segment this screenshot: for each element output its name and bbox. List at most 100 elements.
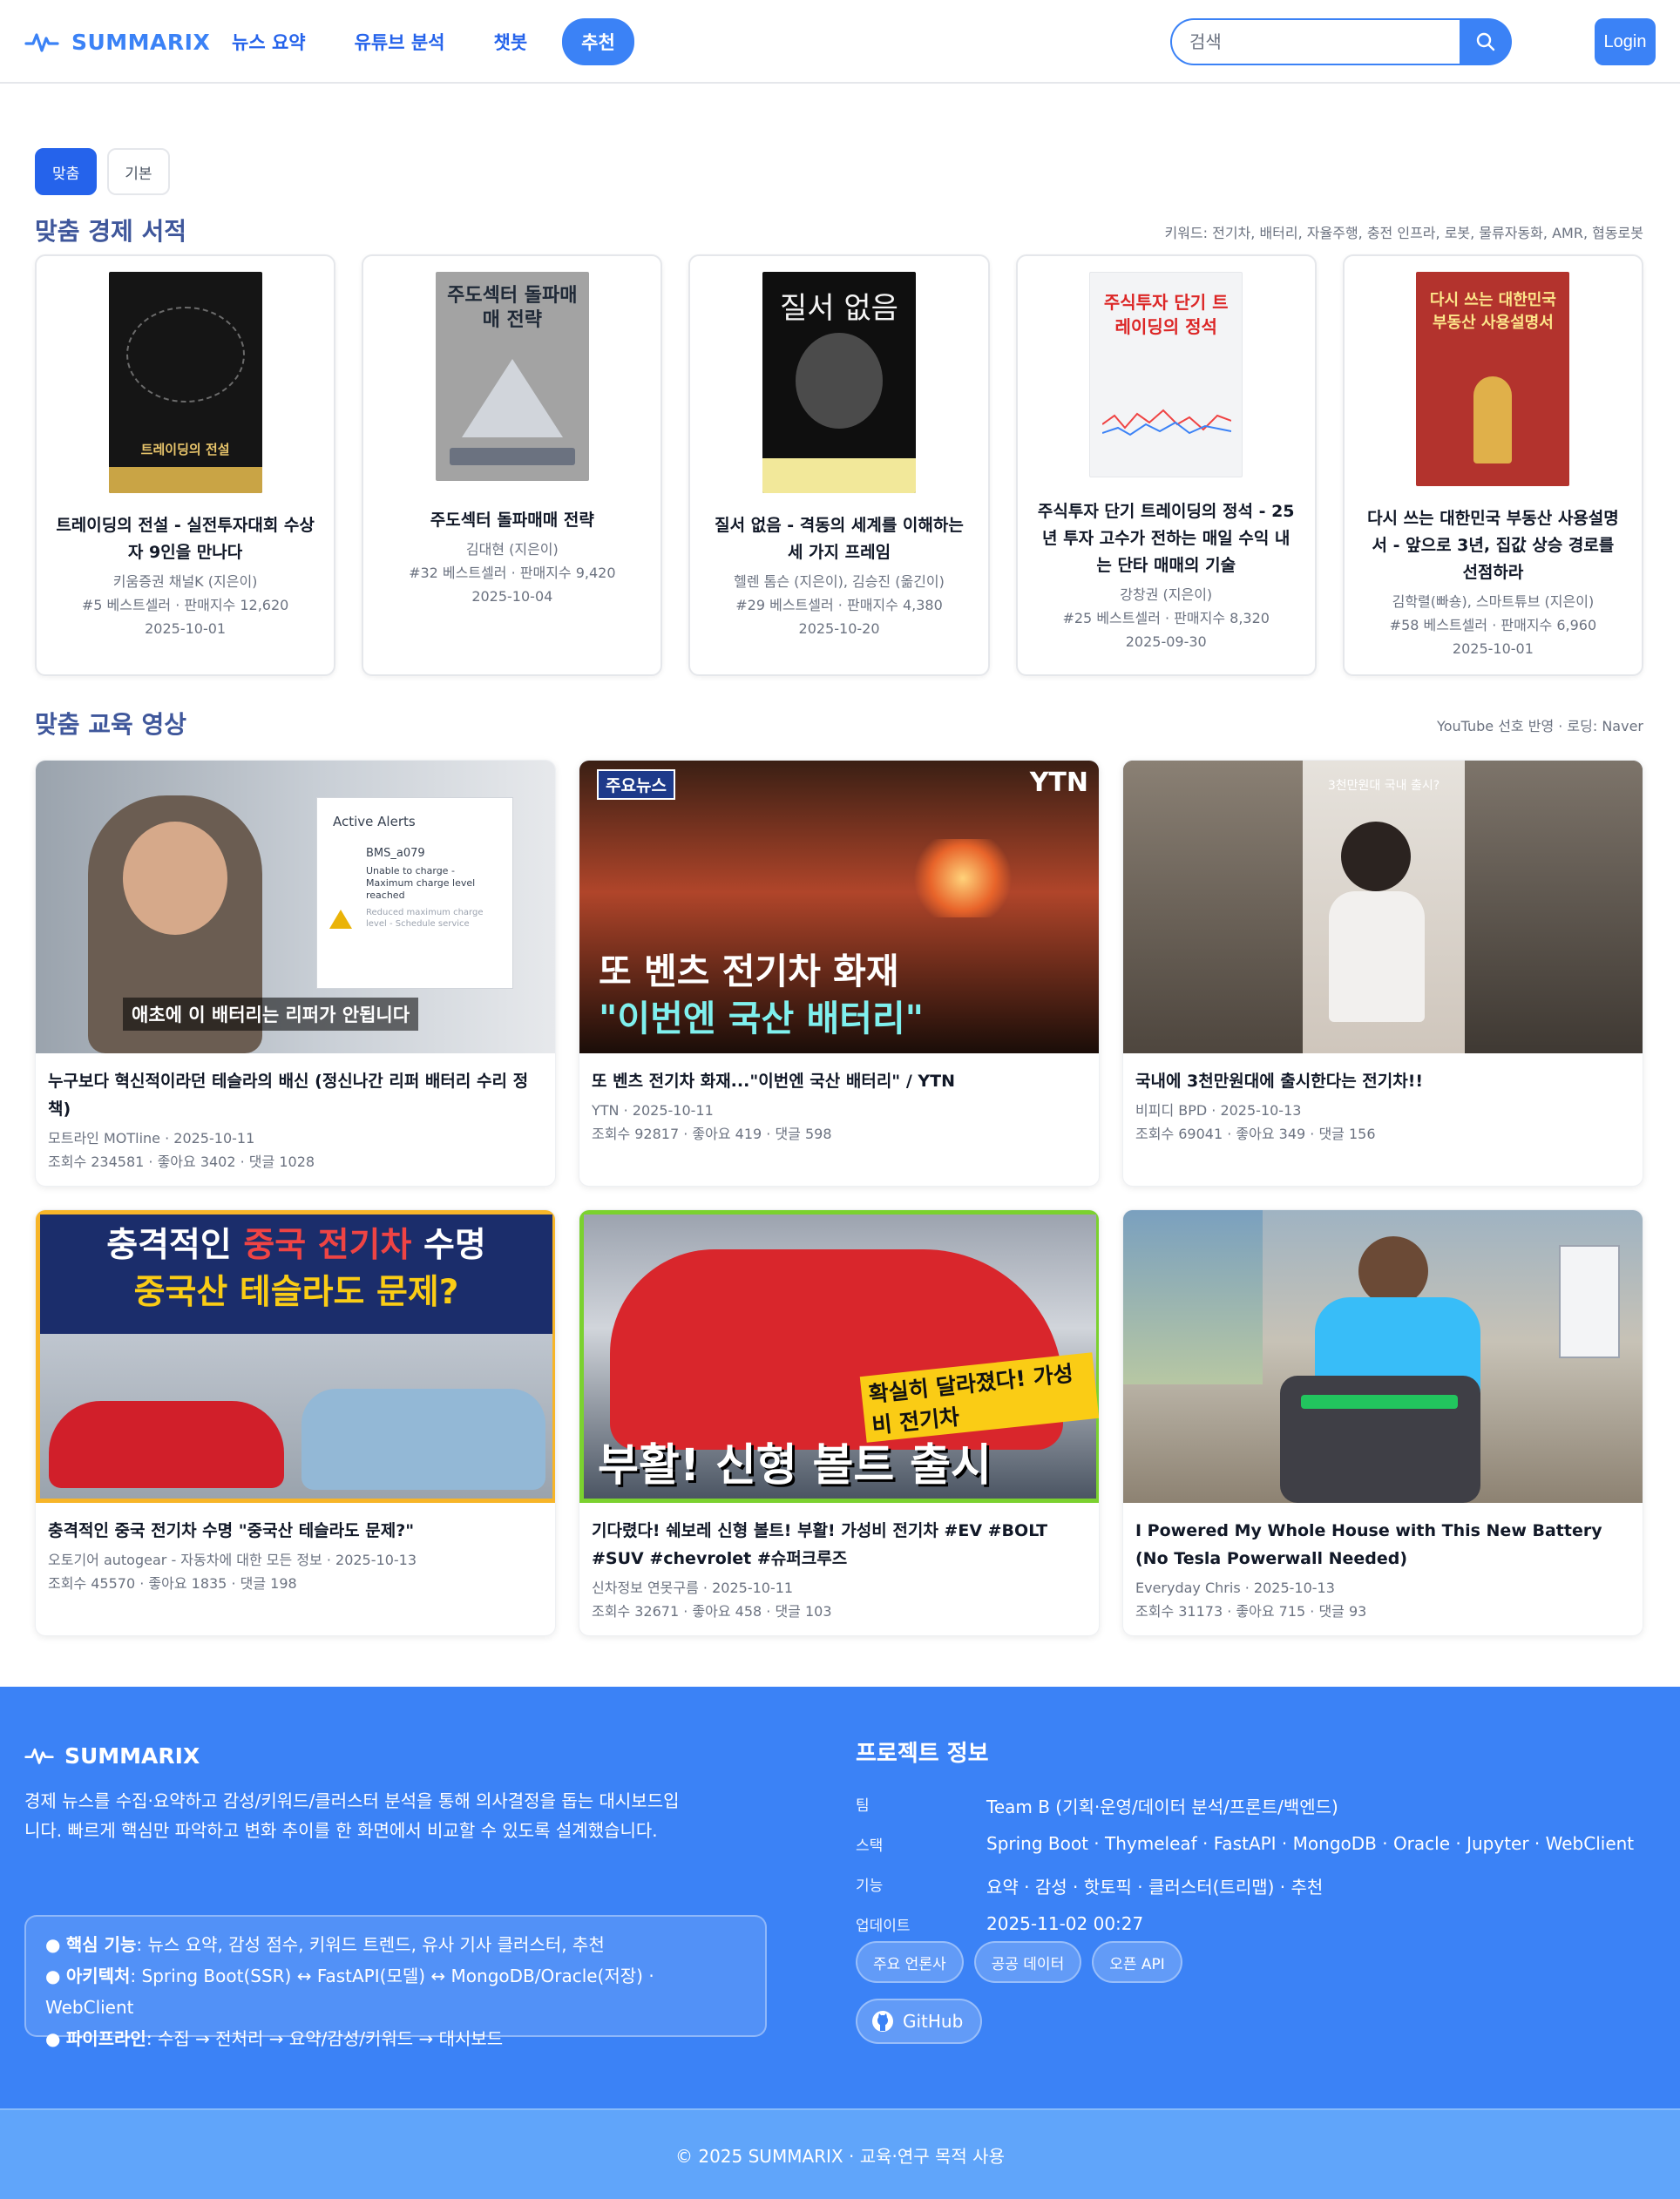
video-title[interactable]: 또 벤츠 전기차 화재..."이번엔 국산 배터리" / YTN [579,1053,1099,1095]
video-thumbnail[interactable]: 확실히 달라졌다! 가성비 전기차 부활! 신형 볼트 출시 [579,1210,1099,1503]
video-card[interactable]: 확실히 달라졌다! 가성비 전기차 부활! 신형 볼트 출시 기다렸다! 쉐보레… [579,1209,1100,1636]
search-icon [1476,32,1495,51]
video-card[interactable]: I Powered My Whole House with This New B… [1122,1209,1643,1636]
video-title[interactable]: 누구보다 혁신적이라던 테슬라의 배신 (정신나간 리퍼 배터리 수리 정책) [36,1053,555,1123]
books-keywords: 키워드: 전기차, 배터리, 자율주행, 충전 인프라, 로봇, 물류자동화, … [1164,225,1643,241]
video-channel-date: 모트라인 MOTline · 2025-10-11 [48,1130,255,1147]
project-info-row: 업데이트 2025-11-02 00:27 [856,1913,1143,1935]
video-title[interactable]: 충격적인 중국 전기차 수명 "중국산 테슬라도 문제?" [36,1503,555,1545]
book-card[interactable]: 주식투자 단기 트레이딩의 정석 주식투자 단기 트레이딩의 정석 - 25년 … [1015,254,1317,676]
project-info-value: 2025-11-02 00:27 [986,1913,1144,1934]
book-card[interactable]: 주도섹터 돌파매매 전략 주도섹터 돌파매매 전략 김대현 (지은이) #32 … [362,254,663,676]
book-rank: #32 베스트셀러 · 판매지수 9,420 [409,565,616,581]
project-info-value: 요약 · 감성 · 핫토픽 · 클러스터(트리맵) · 추천 [986,1877,1324,1898]
book-author: 김대현 (지은이) [465,541,559,558]
video-card[interactable]: 주요뉴스 YTN 또 벤츠 전기차 화재 "이번엔 국산 배터리" 또 벤츠 전… [579,760,1100,1187]
nav-link-recommend[interactable]: 추천 [562,18,634,65]
github-link[interactable]: GitHub [856,1999,983,2044]
video-card[interactable]: 충격적인 중국 전기차 수명 중국산 테슬라도 문제? 충격적인 중국 전기차 … [35,1209,556,1636]
book-rank: #29 베스트셀러 · 판매지수 4,380 [735,597,943,613]
project-info-title: 프로젝트 정보 [856,1741,989,1767]
chip-open-api[interactable]: 오픈 API [1092,1941,1182,1983]
book-author: 강창권 (지은이) [1120,586,1213,603]
project-info-value: Spring Boot · Thymeleaf · FastAPI · Mong… [986,1833,1635,1854]
project-info-label: 기능 [856,1878,884,1895]
video-channel-date: 오토기어 autogear - 자동차에 대한 모든 정보 · 2025-10-… [48,1552,417,1568]
project-info-label: 스택 [856,1837,884,1855]
github-label: GitHub [903,2011,964,2032]
book-date: 2025-10-01 [1452,640,1534,657]
book-card[interactable]: 질서 없음 질서 없음 - 격동의 세계를 이해하는 세 가지 프레임 헬렌 톰… [688,254,990,676]
videos-section-title: 맞춤 교육 영상 [35,710,187,739]
book-date: 2025-10-04 [471,588,553,605]
book-date: 2025-10-20 [798,620,880,637]
book-rank: #5 베스트셀러 · 판매지수 12,620 [81,597,289,613]
book-card[interactable]: 트레이딩의 전설 트레이딩의 전설 - 실전투자대회 수상자 9인을 만나다 키… [35,254,336,676]
footer-copyright: © 2025 SUMMARIX · 교육·연구 목적 사용 [0,2108,1680,2199]
nav-link-chatbot[interactable]: 챗봇 [480,18,542,65]
video-stats: 조회수 45570 · 좋아요 1835 · 댓글 198 [48,1575,297,1592]
book-title[interactable]: 다시 쓰는 대한민국 부동산 사용설명서 - 앞으로 3년, 집값 상승 경로를… [1345,505,1642,586]
book-cover-image: 질서 없음 [762,272,916,493]
book-title[interactable]: 주식투자 단기 트레이딩의 정석 - 25년 투자 고수가 전하는 매일 수익 … [1018,498,1315,579]
book-title[interactable]: 주도섹터 돌파매매 전략 [413,507,612,534]
video-channel-date: Everyday Chris · 2025-10-13 [1135,1580,1335,1596]
search-bar [1170,18,1512,65]
data-source-chips: 주요 언론사 공공 데이터 오픈 API [856,1941,1182,1983]
pulse-icon [24,1748,54,1764]
videos-note: YouTube 선호 반영 · 로딩: Naver [1437,718,1643,734]
book-date: 2025-09-30 [1125,633,1207,650]
project-info-row: 기능 요약 · 감성 · 핫토픽 · 클러스터(트리맵) · 추천 [856,1873,1323,1898]
book-author: 키움증권 채널K (지은이) [112,573,258,590]
video-grid: Active Alerts BMS_a079 Unable to charge … [35,760,1643,1636]
chip-public-data[interactable]: 공공 데이터 [973,1941,1082,1983]
video-title[interactable]: 국내에 3천만원대에 출시한다는 전기차!! [1123,1053,1643,1095]
book-cover-image: 주도섹터 돌파매매 전략 [435,272,589,481]
book-list: 트레이딩의 전설 트레이딩의 전설 - 실전투자대회 수상자 9인을 만나다 키… [35,254,1644,676]
login-button[interactable]: Login [1595,18,1656,65]
video-stats: 조회수 31173 · 좋아요 715 · 댓글 93 [1135,1603,1367,1620]
footer-feature-box: ● 핵심 기능: 뉴스 요약, 감성 점수, 키워드 트렌드, 유사 기사 클러… [24,1915,767,2049]
pulse-icon [24,33,59,52]
video-stats: 조회수 69041 · 좋아요 349 · 댓글 156 [1135,1126,1376,1142]
search-button[interactable] [1460,18,1512,65]
video-title[interactable]: 기다렸다! 쉐보레 신형 볼트! 부활! 가성비 전기차 #EV #BOLT #… [579,1503,1099,1573]
video-thumbnail[interactable]: 3천만원대 국내 출시? [1123,761,1643,1053]
project-info-label: 업데이트 [856,1918,911,1935]
video-stats: 조회수 92817 · 좋아요 419 · 댓글 598 [592,1126,832,1142]
video-thumbnail[interactable]: 충격적인 중국 전기차 수명 중국산 테슬라도 문제? [36,1210,555,1503]
book-cover-image: 트레이딩의 전설 [108,272,262,493]
toggle-basic[interactable]: 기본 [107,148,170,195]
book-title[interactable]: 트레이딩의 전설 - 실전투자대회 수상자 9인을 만나다 [37,512,334,566]
chip-major-press[interactable]: 주요 언론사 [856,1941,964,1983]
video-channel-date: 비피디 BPD · 2025-10-13 [1135,1102,1302,1119]
nav-link-youtube-analysis[interactable]: 유튜브 분석 [341,18,459,65]
search-input[interactable] [1170,18,1460,65]
book-author: 김학렬(빠숑), 스마트튜브 (지은이) [1392,593,1595,610]
book-rank: #58 베스트셀러 · 판매지수 6,960 [1389,617,1597,633]
footer-brand-name: SUMMARIX [64,1742,200,1769]
book-author: 헬렌 톰슨 (지은이), 김승진 (옮긴이) [734,573,945,590]
brand-logo-link[interactable]: SUMMARIX [24,24,210,59]
video-thumbnail[interactable] [1123,1210,1643,1503]
project-info-label: 팀 [856,1797,870,1815]
video-thumbnail[interactable]: Active Alerts BMS_a079 Unable to charge … [36,761,555,1053]
top-navbar: SUMMARIX 뉴스 요약 유튜브 분석 챗봇 추천 Login [0,0,1680,84]
brand-name: SUMMARIX [71,29,211,55]
video-title[interactable]: I Powered My Whole House with This New B… [1123,1503,1643,1573]
footer-feature-item: ● 파이프라인: 수집 → 전처리 → 요약/감성/키워드 → 대시보드 [45,2028,504,2049]
video-thumbnail[interactable]: 주요뉴스 YTN 또 벤츠 전기차 화재 "이번엔 국산 배터리" [579,761,1099,1053]
footer-feature-item: ● 핵심 기능: 뉴스 요약, 감성 점수, 키워드 트렌드, 유사 기사 클러… [45,1934,605,1955]
book-date: 2025-10-01 [145,620,227,637]
video-channel-date: YTN · 2025-10-11 [592,1102,714,1119]
video-card[interactable]: 3천만원대 국내 출시? 국내에 3천만원대에 출시한다는 전기차!! 비피디 … [1122,760,1643,1187]
toggle-custom[interactable]: 맞춤 [35,148,98,195]
book-rank: #25 베스트셀러 · 판매지수 8,320 [1062,610,1270,626]
book-card[interactable]: 다시 쓰는 대한민국 부동산 사용설명서 다시 쓰는 대한민국 부동산 사용설명… [1342,254,1644,676]
footer-feature-item: ● 아키텍처: Spring Boot(SSR) ↔ FastAPI(모델) ↔… [45,1966,654,2018]
recommend-mode-toggle: 맞춤 기본 [35,148,170,195]
nav-link-news-summary[interactable]: 뉴스 요약 [218,18,320,65]
project-info-row: 스택 Spring Boot · Thymeleaf · FastAPI · M… [856,1833,1634,1855]
book-title[interactable]: 질서 없음 - 격동의 세계를 이해하는 세 가지 프레임 [690,512,987,566]
video-card[interactable]: Active Alerts BMS_a079 Unable to charge … [35,760,556,1187]
